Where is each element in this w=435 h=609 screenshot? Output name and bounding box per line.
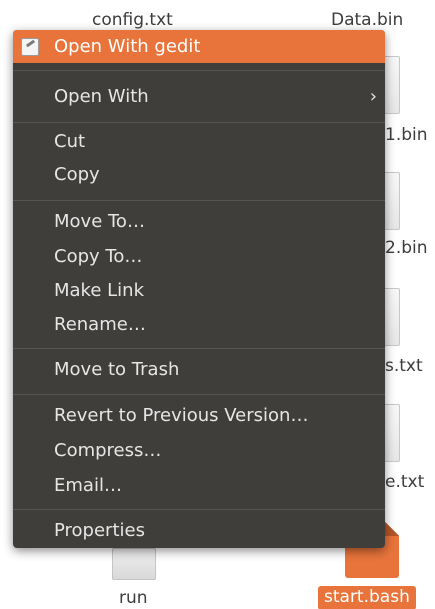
menu-item-label: Email… <box>54 475 122 496</box>
menu-item-label: Move to Trash <box>54 359 180 380</box>
menu-item-make-link[interactable]: Make Link <box>13 274 385 307</box>
menu-item-label: Copy <box>54 164 100 185</box>
menu-item-label: Properties <box>54 520 145 541</box>
menu-item-compress[interactable]: Compress… <box>13 434 385 467</box>
menu-item-label: Revert to Previous Version… <box>54 405 309 426</box>
menu-separator <box>13 394 385 395</box>
menu-item-move-to-trash[interactable]: Move to Trash <box>13 353 385 386</box>
menu-item-label: Copy To… <box>54 246 143 267</box>
file-label-1bin[interactable]: 1.bin <box>385 125 428 145</box>
menu-item-label: Move To… <box>54 211 145 232</box>
menu-item-label: Cut <box>54 131 86 152</box>
menu-item-label: Rename… <box>54 314 146 335</box>
menu-item-rename[interactable]: Rename… <box>13 308 385 341</box>
menu-separator <box>13 348 385 349</box>
menu-item-label: Compress… <box>54 440 162 461</box>
chevron-right-icon: › <box>369 86 377 107</box>
menu-separator <box>13 122 385 123</box>
menu-separator <box>13 509 385 510</box>
menu-separator <box>13 200 385 201</box>
menu-item-copy-to[interactable]: Copy To… <box>13 240 385 273</box>
menu-item-copy[interactable]: Copy <box>13 158 385 191</box>
menu-item-properties[interactable]: Properties <box>13 514 385 547</box>
gedit-icon <box>21 38 39 56</box>
menu-item-move-to[interactable]: Move To… <box>13 205 385 238</box>
file-label-2bin[interactable]: 2.bin <box>385 238 428 258</box>
menu-item-cut[interactable]: Cut <box>13 125 385 158</box>
menu-item-label: Make Link <box>54 280 144 301</box>
file-label-run[interactable]: run <box>119 588 148 608</box>
menu-item-email[interactable]: Email… <box>13 469 385 502</box>
desktop: config.txt Data.bin 1.bin 2.bin s.txt e.… <box>0 0 435 609</box>
menu-item-revert[interactable]: Revert to Previous Version… <box>13 399 385 432</box>
menu-item-open-with-gedit[interactable]: Open With gedit <box>13 30 385 63</box>
menu-item-label: Open With gedit <box>54 36 201 57</box>
file-label-stxt[interactable]: s.txt <box>385 356 423 376</box>
menu-item-label: Open With <box>54 86 149 107</box>
file-label-etxt[interactable]: e.txt <box>385 472 424 492</box>
menu-item-open-with[interactable]: Open With › <box>13 80 385 113</box>
file-label-config[interactable]: config.txt <box>92 10 173 30</box>
file-label-start-bash[interactable]: start.bash <box>318 586 416 609</box>
menu-separator <box>13 70 385 71</box>
run-file-icon[interactable] <box>112 548 156 580</box>
context-menu: Open With gedit Open With › Cut Copy Mov… <box>13 30 385 548</box>
